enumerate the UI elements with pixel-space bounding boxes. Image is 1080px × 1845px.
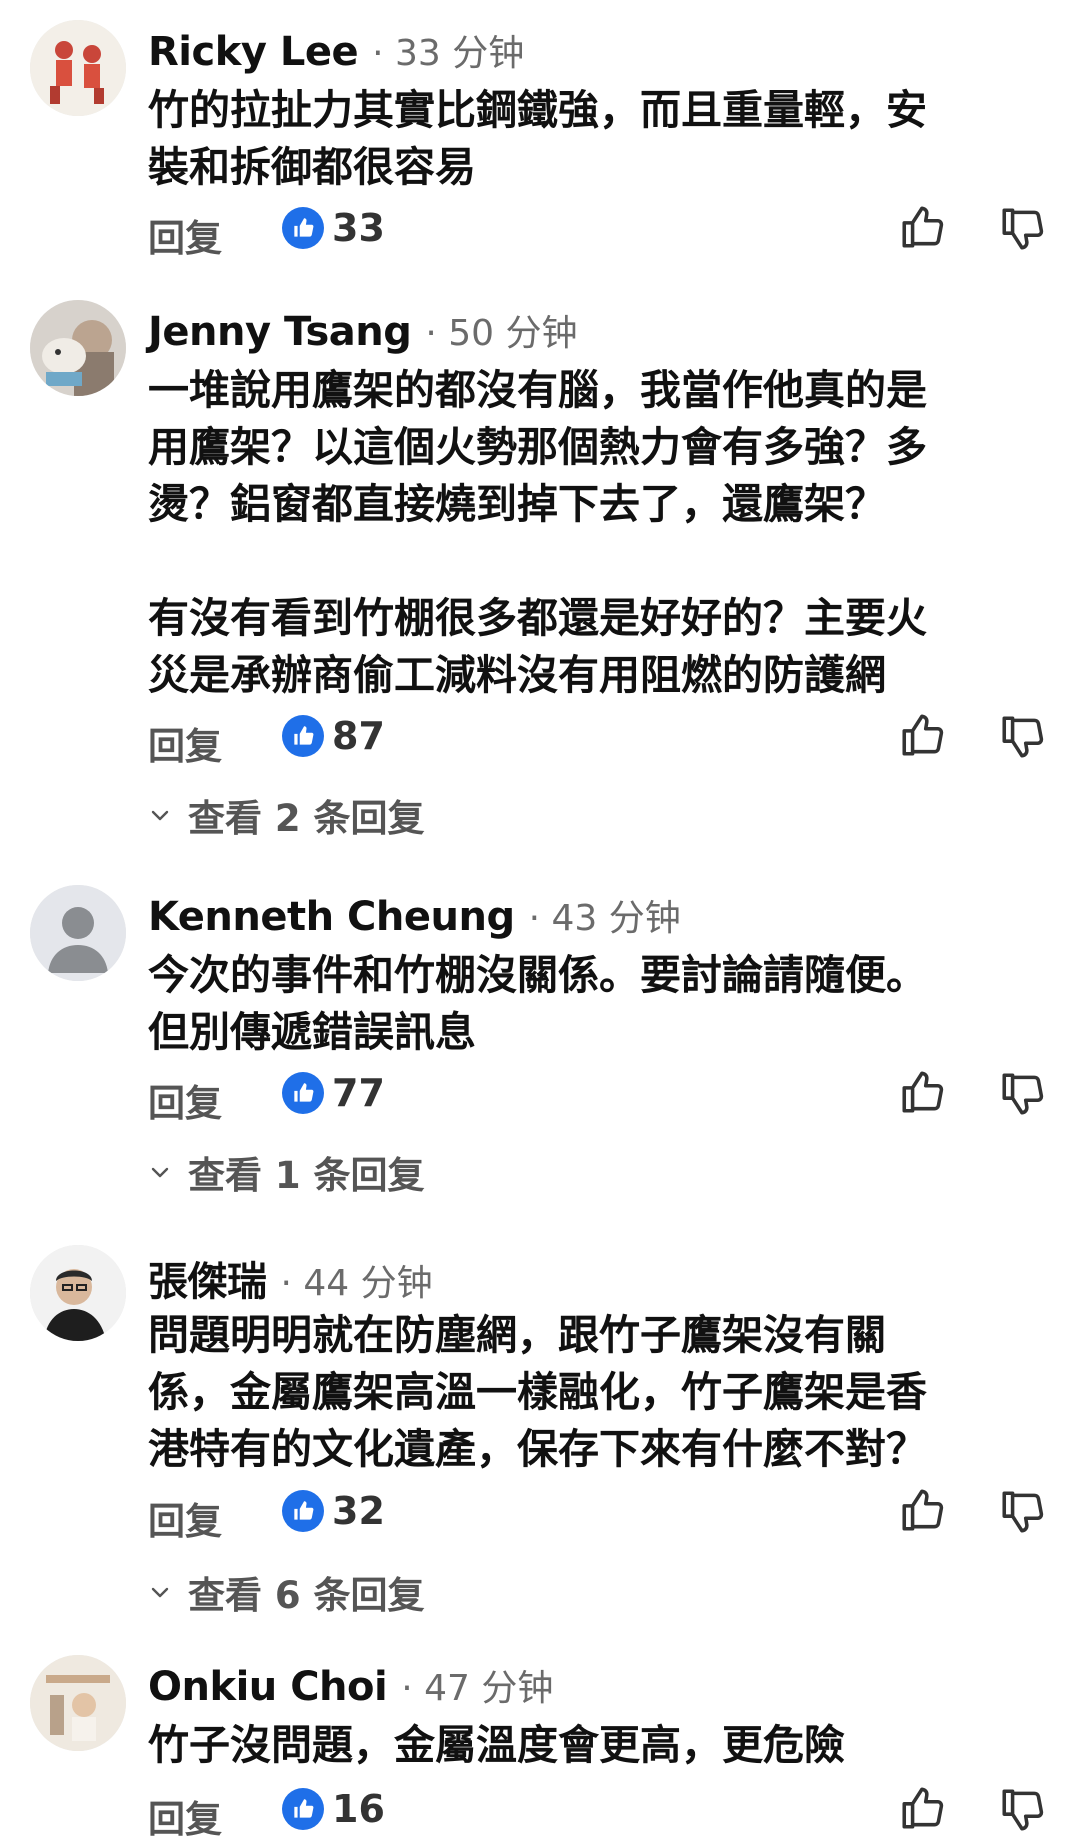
view-replies-label: 查看 1 条回复 — [188, 1154, 425, 1197]
comment-item: 張傑瑞 · 44 分钟 問題明明就在防塵網，跟竹子鷹架沒有關 係，金屬鷹架高溫一… — [0, 1245, 1080, 1625]
thumbs-up-icon[interactable] — [898, 710, 948, 760]
comment-text: 竹的拉扯力其實比鋼鐵強，而且重量輕，安 裝和拆御都很容易 — [148, 86, 927, 191]
like-summary: 77 — [282, 1071, 385, 1115]
avatar[interactable] — [30, 300, 126, 396]
like-badge-icon — [282, 1490, 324, 1532]
like-count: 87 — [332, 714, 385, 758]
like-badge-icon — [282, 715, 324, 757]
thumbs-down-icon[interactable] — [998, 712, 1048, 762]
reply-button[interactable]: 回复 — [148, 1789, 222, 1843]
view-replies-button[interactable]: 查看 1 条回复 — [148, 1147, 425, 1197]
thumbs-down-icon[interactable] — [998, 204, 1048, 254]
comment-header: Onkiu Choi · 47 分钟 — [148, 1659, 553, 1713]
like-count: 77 — [332, 1071, 385, 1115]
like-summary: 87 — [282, 714, 385, 758]
comment-feed: Ricky Lee · 33 分钟 竹的拉扯力其實比鋼鐵強，而且重量輕，安 裝和… — [0, 0, 1080, 1845]
avatar[interactable] — [30, 20, 126, 116]
comment-text: 竹子沒問題，金屬溫度會更高，更危險 — [148, 1721, 845, 1769]
comment-header: Ricky Lee · 33 分钟 — [148, 24, 524, 78]
thumbs-down-icon[interactable] — [998, 1785, 1048, 1835]
view-replies-button[interactable]: 查看 6 条回复 — [148, 1567, 425, 1617]
comment-item: Onkiu Choi · 47 分钟 竹子沒問題，金屬溫度會更高，更危險 回复 … — [0, 1655, 1080, 1845]
view-replies-label: 查看 6 条回复 — [188, 1574, 425, 1617]
like-summary: 33 — [282, 206, 385, 250]
reply-button[interactable]: 回复 — [148, 716, 222, 770]
thumbs-up-icon[interactable] — [898, 1485, 948, 1535]
comment-header: Jenny Tsang · 50 分钟 — [148, 304, 578, 358]
comment-time: · 50 分钟 — [425, 313, 578, 354]
comment-header: Kenneth Cheung · 43 分钟 — [148, 889, 681, 943]
chevron-down-icon — [151, 810, 169, 821]
comment-actions: 回复 16 — [148, 1783, 1048, 1841]
commenter-name[interactable]: Kenneth Cheung — [148, 894, 515, 940]
like-summary: 32 — [282, 1489, 385, 1533]
comment-time: · 43 分钟 — [528, 898, 681, 939]
commenter-name[interactable]: Ricky Lee — [148, 29, 359, 75]
comment-actions: 回复 33 — [148, 202, 1048, 260]
chevron-down-icon — [151, 1587, 169, 1598]
comment-actions: 回复 77 — [148, 1067, 1048, 1125]
like-count: 16 — [332, 1787, 385, 1831]
comment-text: 今次的事件和竹棚沒關係。要討論請隨便。 但別傳遞錯誤訊息 — [148, 951, 927, 1056]
view-replies-label: 查看 2 条回复 — [188, 797, 425, 840]
chevron-down-icon — [151, 1167, 169, 1178]
like-count: 33 — [332, 206, 385, 250]
comment-item: Kenneth Cheung · 43 分钟 今次的事件和竹棚沒關係。要討論請隨… — [0, 885, 1080, 1197]
avatar[interactable] — [30, 885, 126, 981]
comment-item: Ricky Lee · 33 分钟 竹的拉扯力其實比鋼鐵強，而且重量輕，安 裝和… — [0, 20, 1080, 260]
reply-button[interactable]: 回复 — [148, 1491, 222, 1545]
comment-header: 張傑瑞 · 44 分钟 — [148, 1249, 433, 1305]
like-summary: 16 — [282, 1787, 385, 1831]
avatar[interactable] — [30, 1655, 126, 1751]
thumbs-down-icon[interactable] — [998, 1069, 1048, 1119]
comment-time: · 33 分钟 — [372, 33, 525, 74]
thumbs-up-icon[interactable] — [898, 1067, 948, 1117]
reply-button[interactable]: 回复 — [148, 208, 222, 262]
commenter-name[interactable]: Jenny Tsang — [148, 309, 412, 355]
thumbs-up-icon[interactable] — [898, 1783, 948, 1833]
thumbs-up-icon[interactable] — [898, 202, 948, 252]
comment-actions: 回复 87 — [148, 710, 1048, 768]
comment-actions: 回复 32 — [148, 1485, 1048, 1543]
like-badge-icon — [282, 1072, 324, 1114]
like-badge-icon — [282, 1788, 324, 1830]
comment-time: · 47 分钟 — [401, 1668, 554, 1709]
thumbs-down-icon[interactable] — [998, 1487, 1048, 1537]
reply-button[interactable]: 回复 — [148, 1073, 222, 1127]
commenter-name[interactable]: Onkiu Choi — [148, 1664, 388, 1710]
like-badge-icon — [282, 207, 324, 249]
commenter-name[interactable]: 張傑瑞 — [148, 1249, 267, 1307]
comment-item: Jenny Tsang · 50 分钟 一堆說用鷹架的都沒有腦，我當作他真的是 … — [0, 300, 1080, 840]
comment-text: 問題明明就在防塵網，跟竹子鷹架沒有關 係，金屬鷹架高溫一樣融化，竹子鷹架是香 港… — [148, 1311, 927, 1473]
view-replies-button[interactable]: 查看 2 条回复 — [148, 790, 425, 840]
avatar[interactable] — [30, 1245, 126, 1341]
comment-text: 一堆說用鷹架的都沒有腦，我當作他真的是 用鷹架？以這個火勢那個熱力會有多強？多 … — [148, 366, 927, 699]
like-count: 32 — [332, 1489, 385, 1533]
comment-time: · 44 分钟 — [280, 1263, 433, 1304]
